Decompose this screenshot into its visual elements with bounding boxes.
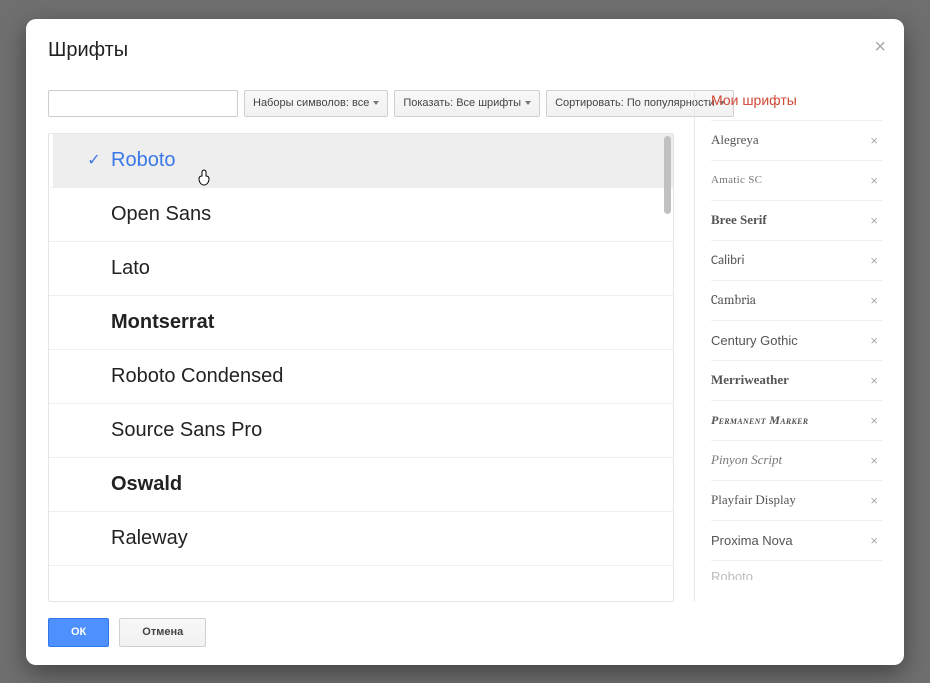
my-font-item[interactable]: Amatic SC × [711,160,882,200]
left-panel: Наборы символов: все Показать: Все шрифт… [48,90,674,602]
my-font-label: Playfair Display [711,492,796,508]
my-font-item[interactable]: Bree Serif × [711,200,882,240]
dialog-title: Шрифты [48,39,882,62]
charset-filter-button[interactable]: Наборы символов: все [244,90,388,117]
font-item-label: Montserrat [111,311,214,334]
sort-filter-label: Сортировать: По популярности [555,97,715,109]
my-font-label: Pinyon Script [711,452,782,468]
font-item-label: Roboto [111,149,176,172]
my-font-label: Calibri [711,253,744,268]
check-icon: ✓ [77,150,111,170]
font-list[interactable]: ✓Roboto✓Open Sans✓Lato✓Montserrat✓Roboto… [49,134,673,601]
my-fonts-panel: Мои шрифты Alegreya×Amatic SC×Bree Serif… [694,90,882,602]
my-font-label: Merriweather [711,372,789,388]
my-font-item[interactable]: Permanent Marker × [711,400,882,440]
my-font-item[interactable]: Century Gothic × [711,320,882,360]
font-item[interactable]: ✓Roboto [49,134,673,188]
font-item-label: Oswald [111,473,182,496]
my-fonts-title: Мои шрифты [711,90,882,108]
font-item[interactable]: ✓Roboto Condensed [49,350,673,404]
chevron-down-icon [373,101,379,105]
font-item-label: Lato [111,257,150,280]
remove-font-icon[interactable]: × [866,173,882,188]
close-icon[interactable]: × [874,37,886,57]
my-font-item[interactable]: Pinyon Script × [711,440,882,480]
remove-font-icon[interactable]: × [866,213,882,228]
scrollbar-thumb[interactable] [664,136,671,214]
remove-font-icon[interactable]: × [866,293,882,308]
my-font-label: Roboto [711,569,753,580]
charset-filter-label: Наборы символов: все [253,97,369,109]
my-font-label: Permanent Marker [711,413,808,428]
my-font-item[interactable]: Merriweather × [711,360,882,400]
filter-bar: Наборы символов: все Показать: Все шрифт… [48,90,674,117]
dialog-content: Наборы символов: все Показать: Все шрифт… [48,90,882,602]
show-filter-button[interactable]: Показать: Все шрифты [394,90,540,117]
my-font-label: Proxima Nova [711,533,793,548]
my-font-label: Alegreya [711,132,759,148]
my-fonts-list: Alegreya×Amatic SC×Bree Serif×Calibri×Ca… [711,120,882,602]
font-item[interactable]: ✓Raleway [49,512,673,566]
remove-font-icon[interactable]: × [866,333,882,348]
font-list-container: ✓Roboto✓Open Sans✓Lato✓Montserrat✓Roboto… [48,133,674,602]
remove-font-icon[interactable]: × [866,413,882,428]
chevron-down-icon [525,101,531,105]
font-item[interactable]: ✓Source Sans Pro [49,404,673,458]
my-font-label: Cambria [711,293,756,308]
dialog-footer: ОК Отмена [48,602,882,647]
font-item-label: Raleway [111,527,188,550]
font-item[interactable]: ✓Montserrat [49,296,673,350]
font-item-label: Open Sans [111,203,211,226]
ok-button[interactable]: ОК [48,618,109,647]
font-item[interactable]: ✓Open Sans [49,188,673,242]
cancel-button[interactable]: Отмена [119,618,206,647]
my-font-label: Bree Serif [711,212,767,228]
remove-font-icon[interactable]: × [866,133,882,148]
my-font-label: Century Gothic [711,333,798,348]
remove-font-icon[interactable]: × [866,453,882,468]
font-item-label: Source Sans Pro [111,419,262,442]
my-font-item[interactable]: Alegreya × [711,120,882,160]
my-font-item[interactable]: Cambria × [711,280,882,320]
font-item[interactable]: ✓Oswald [49,458,673,512]
font-item-label: Roboto Condensed [111,365,283,388]
my-font-item[interactable]: Playfair Display × [711,480,882,520]
remove-font-icon[interactable]: × [866,533,882,548]
font-item[interactable]: ✓Lato [49,242,673,296]
remove-font-icon[interactable]: × [866,373,882,388]
show-filter-label: Показать: Все шрифты [403,97,521,109]
remove-font-icon[interactable]: × [866,493,882,508]
fonts-dialog: Шрифты × Наборы символов: все Показать: … [26,19,904,665]
search-input[interactable] [48,90,238,117]
my-font-item[interactable]: Proxima Nova × [711,520,882,560]
my-font-item[interactable]: Calibri × [711,240,882,280]
my-font-item[interactable]: Roboto [711,560,882,580]
my-font-label: Amatic SC [711,174,762,186]
remove-font-icon[interactable]: × [866,253,882,268]
